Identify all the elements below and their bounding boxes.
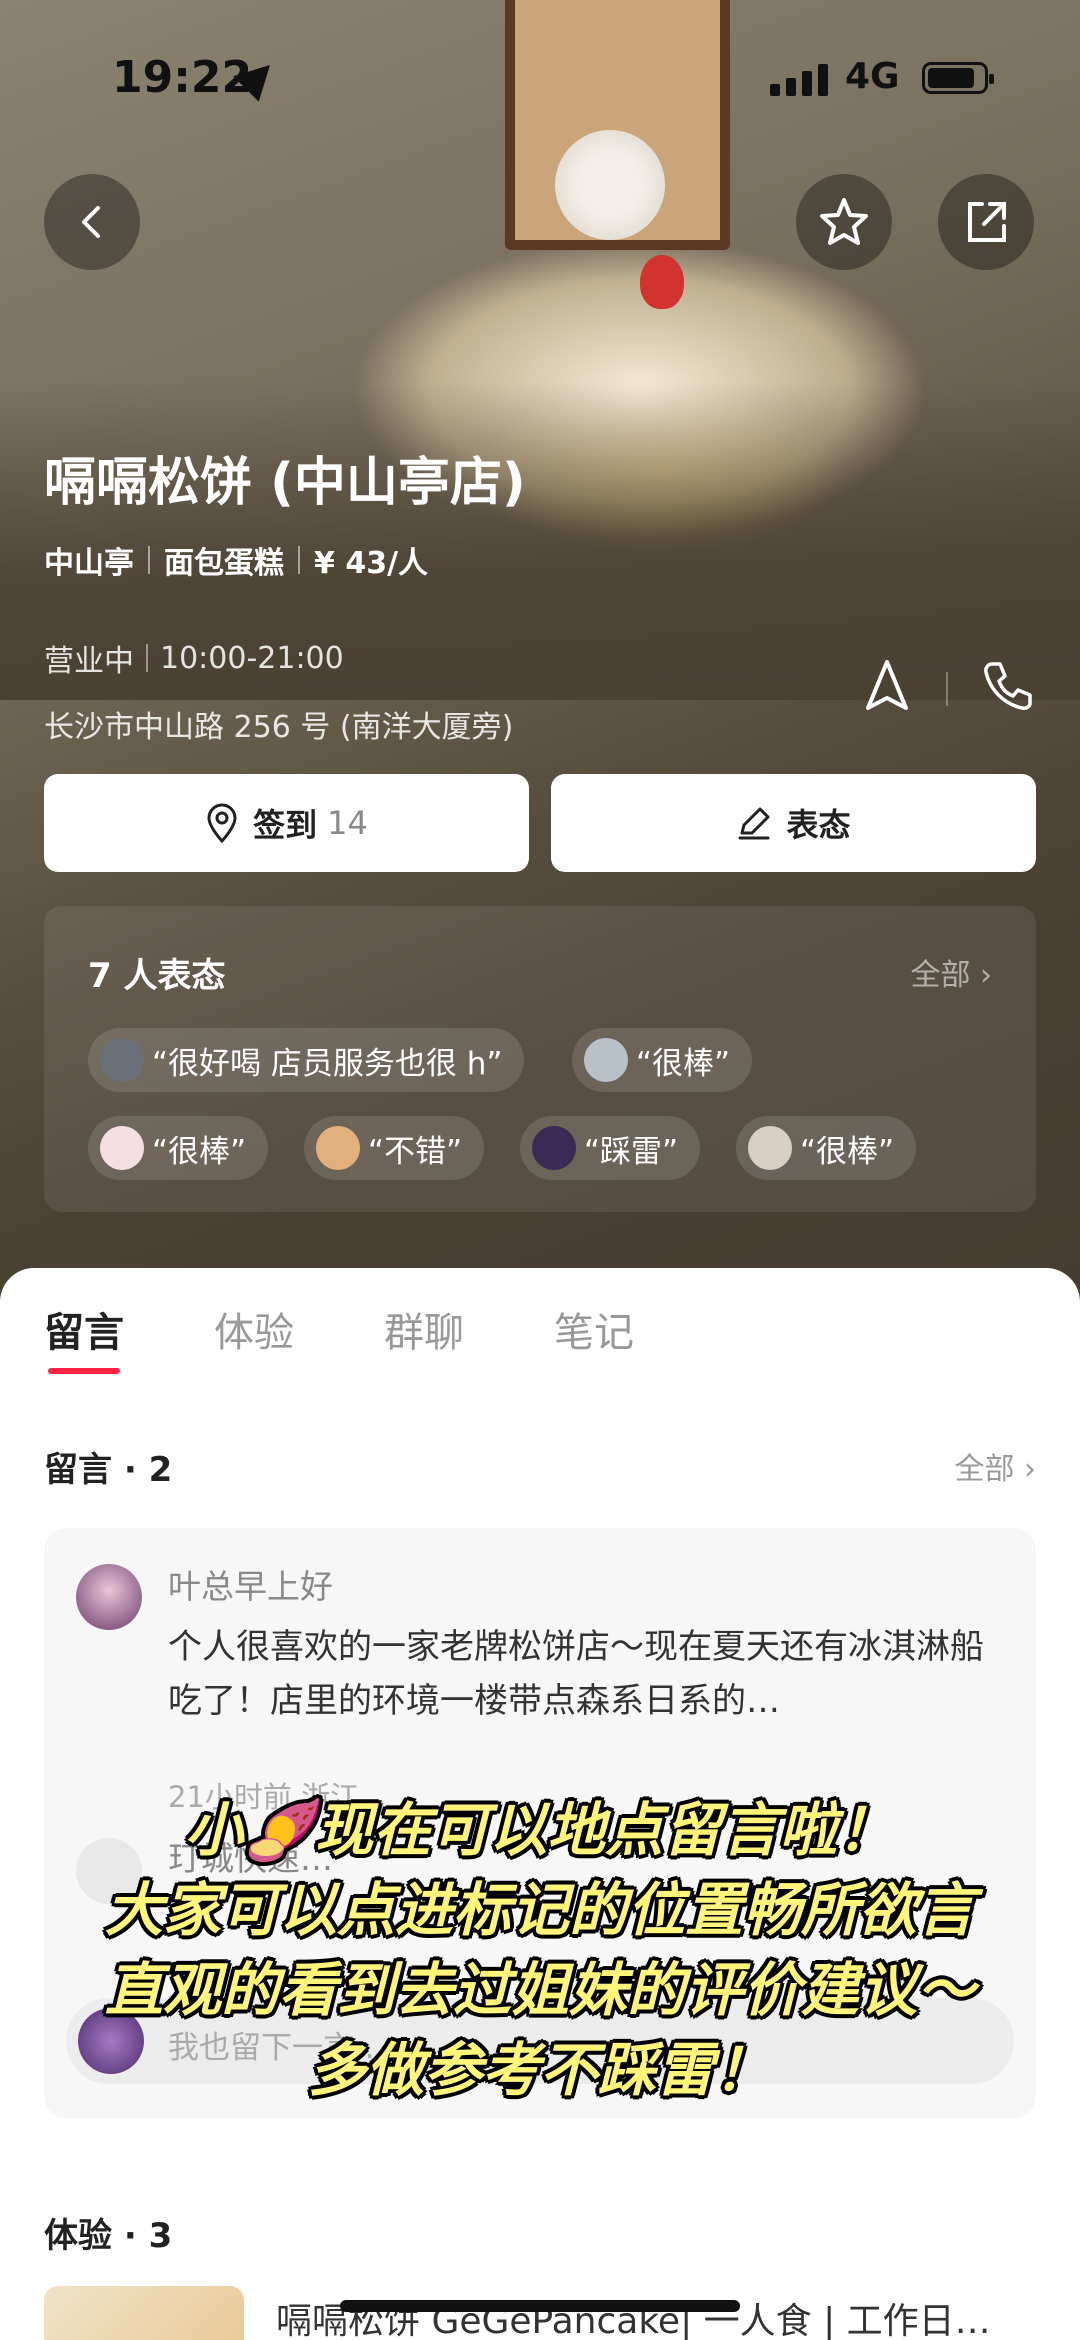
opinion-button[interactable]: 表态	[551, 774, 1036, 872]
shop-area[interactable]: 中山亭	[44, 538, 134, 582]
chevron-left-icon	[82, 206, 100, 238]
shop-address[interactable]: 长沙市中山路 256 号 (南洋大厦旁)	[44, 702, 513, 746]
tab-messages[interactable]: 留言	[44, 1300, 124, 1374]
message-text[interactable]: 个人很喜欢的一家老牌松饼店～现在夏天还有冰淇淋船吃了！店里的环境一楼带点森系日系…	[168, 1620, 998, 1728]
tab-bar: 留言 体验 群聊 笔记	[44, 1300, 724, 1374]
tab-experience[interactable]: 体验	[214, 1300, 294, 1358]
chip-text: “很棒”	[800, 1133, 895, 1170]
network-label: 4G	[845, 56, 900, 97]
opinion-chip[interactable]: “很棒”	[736, 1116, 917, 1180]
opinions-title: 7 人表态	[88, 956, 226, 996]
checkin-count: 14	[327, 804, 368, 842]
phone-icon[interactable]	[980, 658, 1036, 714]
share-icon	[968, 202, 1006, 242]
tab-notes[interactable]: 笔记	[554, 1300, 634, 1358]
chevron-right-icon: ›	[980, 958, 992, 993]
shop-hours: 营业中 10:00-21:00	[44, 636, 344, 680]
opinions-all-label: 全部	[910, 958, 971, 993]
status-time: 19:22	[112, 52, 253, 103]
favorite-button[interactable]	[796, 174, 892, 270]
caption-line: 多做参考不踩雷！	[307, 2036, 772, 2104]
chip-text: “不错”	[368, 1133, 463, 1170]
status-bar: 19:22 4G	[0, 0, 1080, 140]
experience-section-title: 体验 · 3	[44, 2216, 173, 2256]
experience-thumbnail[interactable]	[44, 2286, 244, 2340]
home-indicator[interactable]	[340, 2300, 740, 2312]
open-status: 营业中	[44, 644, 134, 679]
star-icon	[820, 198, 868, 245]
opinion-chip[interactable]: “很棒”	[572, 1028, 753, 1092]
chip-text: “踩雷”	[584, 1133, 679, 1170]
caption-line: 小🍠现在可以地点留言啦！	[184, 1796, 896, 1864]
caption-line: 大家可以点进标记的位置畅所欲言	[104, 1876, 975, 1944]
opinions-panel: 7 人表态 全部 › “很好喝 店员服务也很 h” “很棒” “很棒” “不错”…	[44, 906, 1036, 1212]
avatar[interactable]	[76, 1564, 142, 1630]
shop-price: ¥ 43/人	[314, 546, 429, 581]
shop-category: 面包蛋糕	[164, 546, 284, 581]
checkin-label: 签到	[253, 806, 318, 844]
shop-meta: 中山亭 面包蛋糕 ¥ 43/人	[44, 538, 428, 582]
caption-overlay: 小🍠现在可以地点留言啦！ 大家可以点进标记的位置畅所欲言 直观的看到去过姐妹的评…	[0, 1790, 1080, 2110]
chip-text: “很好喝 店员服务也很 h”	[152, 1045, 503, 1082]
chip-text: “很棒”	[636, 1045, 731, 1082]
opinion-chip[interactable]: “不错”	[304, 1116, 485, 1180]
location-pin-icon	[207, 803, 237, 843]
chevron-right-icon: ›	[1024, 1452, 1036, 1487]
opinion-label: 表态	[786, 806, 851, 844]
opinion-chip[interactable]: “踩雷”	[520, 1116, 701, 1180]
hours-range: 10:00-21:00	[160, 640, 344, 676]
messages-all-link[interactable]: 全部 ›	[954, 1444, 1036, 1488]
opinions-all-link[interactable]: 全部 ›	[910, 950, 992, 994]
tab-group-chat[interactable]: 群聊	[384, 1300, 464, 1358]
opinion-chip[interactable]: “很好喝 店员服务也很 h”	[88, 1028, 525, 1092]
caption-line: 直观的看到去过姐妹的评价建议～	[104, 1956, 975, 2024]
signal-icon	[770, 62, 830, 96]
navigation-icon[interactable]	[862, 658, 912, 714]
opinion-chip[interactable]: “很棒”	[88, 1116, 269, 1180]
share-button[interactable]	[938, 174, 1034, 270]
back-button[interactable]	[44, 174, 140, 270]
battery-icon	[922, 62, 994, 94]
shop-name: 嗝嗝松饼 (中山亭店)	[44, 453, 526, 513]
checkin-button[interactable]: 签到 14	[44, 774, 529, 872]
pencil-icon	[738, 807, 770, 840]
messages-section-title: 留言 · 2	[44, 1450, 173, 1490]
message-author[interactable]: 叶总早上好	[168, 1560, 333, 1608]
dessert-strawberry	[640, 255, 684, 309]
messages-all-label: 全部	[954, 1452, 1015, 1487]
chip-text: “很棒”	[152, 1133, 247, 1170]
